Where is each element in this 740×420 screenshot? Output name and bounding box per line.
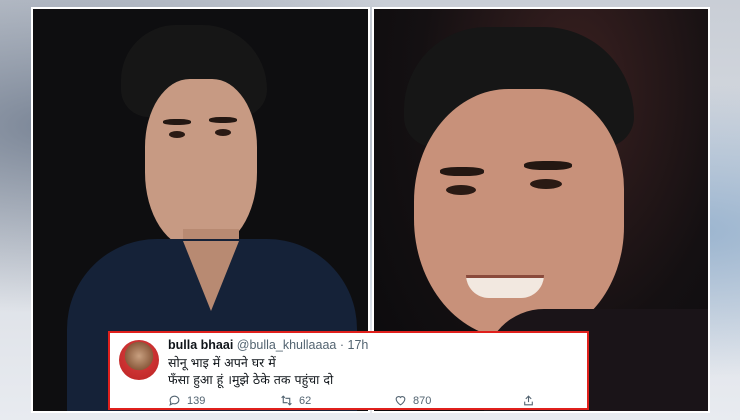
- tweet-card[interactable]: bulla bhaai @bulla_khullaaaa · 17h सोनू …: [108, 331, 589, 410]
- eye: [446, 185, 476, 195]
- heart-icon: [395, 396, 406, 406]
- brow: [440, 167, 484, 176]
- timestamp[interactable]: 17h: [348, 338, 369, 352]
- reply-count: 139: [187, 394, 206, 407]
- tweet-text-line: सोनू भाइ में अपने घर में: [168, 355, 276, 370]
- share-icon: [524, 395, 533, 406]
- retweet-button[interactable]: 62: [280, 394, 311, 407]
- separator: ·: [339, 338, 345, 352]
- tweet-actions: 139 62 870: [168, 394, 578, 408]
- tweet-text: सोनू भाइ में अपने घर में फँसा हुआ हूं ।म…: [168, 354, 333, 388]
- eye: [215, 129, 231, 136]
- collar-opening: [183, 241, 239, 311]
- display-name[interactable]: bulla bhaai: [168, 338, 233, 352]
- like-button[interactable]: 870: [394, 394, 431, 407]
- reply-button[interactable]: 139: [168, 394, 205, 407]
- tweet-header: bulla bhaai @bulla_khullaaaa · 17h: [168, 338, 368, 352]
- handle[interactable]: @bulla_khullaaaa: [237, 338, 337, 352]
- smile: [466, 275, 544, 298]
- tweet-text-line: फँसा हुआ हूं ।मुझे ठेके तक पहुंचा दो: [168, 372, 334, 387]
- eye: [530, 179, 562, 189]
- avatar[interactable]: [119, 340, 159, 380]
- face: [414, 89, 624, 339]
- eye: [169, 131, 185, 138]
- brow: [209, 117, 237, 123]
- retweet-count: 62: [299, 394, 312, 407]
- brow: [163, 119, 191, 125]
- retweet-icon: [281, 395, 292, 406]
- face: [145, 79, 257, 249]
- brow: [524, 161, 572, 170]
- reply-icon: [169, 395, 180, 406]
- share-button[interactable]: [522, 394, 535, 407]
- like-count: 870: [413, 394, 432, 407]
